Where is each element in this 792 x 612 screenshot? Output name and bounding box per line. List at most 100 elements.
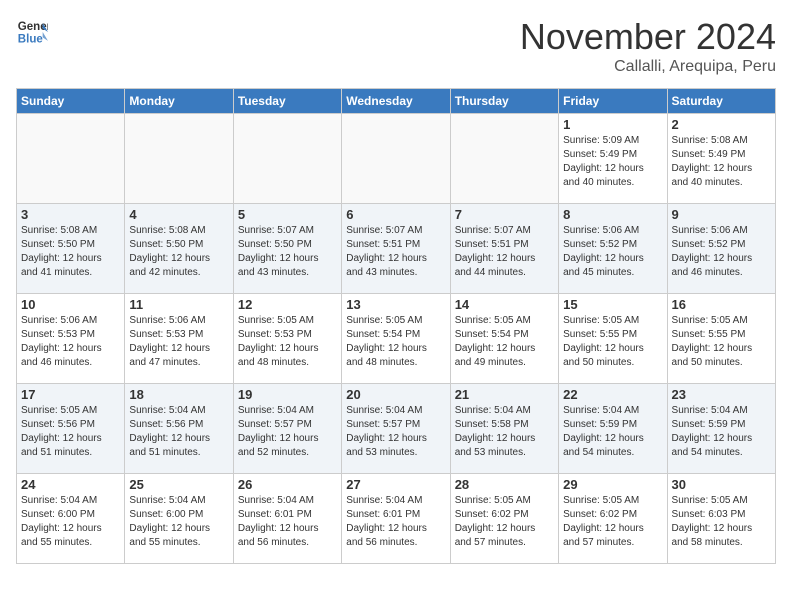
calendar-cell: 28 Sunrise: 5:05 AMSunset: 6:02 PMDayligh…	[450, 474, 558, 564]
day-number: 24	[21, 477, 120, 492]
day-number: 20	[346, 387, 445, 402]
day-info: Sunrise: 5:07 AMSunset: 5:51 PMDaylight:…	[346, 224, 445, 280]
weekday-header: Saturday	[667, 89, 775, 114]
calendar-cell: 7 Sunrise: 5:07 AMSunset: 5:51 PMDaylight…	[450, 204, 558, 294]
day-info: Sunrise: 5:04 AMSunset: 5:56 PMDaylight:…	[129, 404, 228, 460]
calendar-table: SundayMondayTuesdayWednesdayThursdayFrid…	[16, 88, 776, 564]
day-info: Sunrise: 5:04 AMSunset: 6:00 PMDaylight:…	[129, 494, 228, 550]
calendar-cell: 1Sunrise: 5:09 AMSunset: 5:49 PMDaylight…	[559, 114, 667, 204]
day-number: 9	[672, 207, 771, 222]
day-info: Sunrise: 5:04 AMSunset: 5:57 PMDaylight:…	[238, 404, 337, 460]
day-number: 12	[238, 297, 337, 312]
day-info: Sunrise: 5:06 AMSunset: 5:53 PMDaylight:…	[21, 314, 120, 370]
weekday-header: Sunday	[17, 89, 125, 114]
calendar-cell: 5 Sunrise: 5:07 AMSunset: 5:50 PMDaylight…	[233, 204, 341, 294]
day-number: 3	[21, 207, 120, 222]
day-info: Sunrise: 5:04 AMSunset: 6:00 PMDaylight:…	[21, 494, 120, 550]
page-header: General Blue November 2024 Callalli, Are…	[16, 16, 776, 76]
calendar-cell: 19 Sunrise: 5:04 AMSunset: 5:57 PMDayligh…	[233, 384, 341, 474]
day-number: 27	[346, 477, 445, 492]
logo: General Blue	[16, 16, 48, 48]
day-info: Sunrise: 5:06 AMSunset: 5:52 PMDaylight:…	[563, 224, 662, 280]
day-number: 7	[455, 207, 554, 222]
calendar-cell: 20Sunrise: 5:04 AMSunset: 5:57 PMDayligh…	[342, 384, 450, 474]
day-number: 2	[672, 117, 771, 132]
calendar-cell: 21Sunrise: 5:04 AMSunset: 5:58 PMDayligh…	[450, 384, 558, 474]
day-info: Sunrise: 5:04 AMSunset: 6:01 PMDaylight:…	[238, 494, 337, 550]
day-number: 17	[21, 387, 120, 402]
calendar-cell: 13Sunrise: 5:05 AMSunset: 5:54 PMDayligh…	[342, 294, 450, 384]
calendar-cell: 2 Sunrise: 5:08 AMSunset: 5:49 PMDaylight…	[667, 114, 775, 204]
day-info: Sunrise: 5:08 AMSunset: 5:49 PMDaylight:…	[672, 134, 771, 190]
weekday-header: Friday	[559, 89, 667, 114]
calendar-cell: 14Sunrise: 5:05 AMSunset: 5:54 PMDayligh…	[450, 294, 558, 384]
day-number: 26	[238, 477, 337, 492]
calendar-cell: 8 Sunrise: 5:06 AMSunset: 5:52 PMDaylight…	[559, 204, 667, 294]
month-title: November 2024	[520, 16, 776, 58]
day-number: 5	[238, 207, 337, 222]
day-number: 8	[563, 207, 662, 222]
day-number: 19	[238, 387, 337, 402]
title-block: November 2024 Callalli, Arequipa, Peru	[520, 16, 776, 76]
day-info: Sunrise: 5:08 AMSunset: 5:50 PMDaylight:…	[129, 224, 228, 280]
day-number: 23	[672, 387, 771, 402]
day-info: Sunrise: 5:05 AMSunset: 5:55 PMDaylight:…	[563, 314, 662, 370]
day-info: Sunrise: 5:05 AMSunset: 6:02 PMDaylight:…	[455, 494, 554, 550]
calendar-cell: 12 Sunrise: 5:05 AMSunset: 5:53 PMDayligh…	[233, 294, 341, 384]
day-number: 29	[563, 477, 662, 492]
calendar-cell: 26 Sunrise: 5:04 AMSunset: 6:01 PMDayligh…	[233, 474, 341, 564]
day-number: 16	[672, 297, 771, 312]
calendar-cell: 30 Sunrise: 5:05 AMSunset: 6:03 PMDayligh…	[667, 474, 775, 564]
calendar-cell	[17, 114, 125, 204]
calendar-week-row: 1Sunrise: 5:09 AMSunset: 5:49 PMDaylight…	[17, 114, 776, 204]
day-info: Sunrise: 5:05 AMSunset: 6:02 PMDaylight:…	[563, 494, 662, 550]
day-number: 10	[21, 297, 120, 312]
weekday-header: Monday	[125, 89, 233, 114]
calendar-cell: 6 Sunrise: 5:07 AMSunset: 5:51 PMDaylight…	[342, 204, 450, 294]
calendar-cell	[450, 114, 558, 204]
calendar-cell: 11 Sunrise: 5:06 AMSunset: 5:53 PMDayligh…	[125, 294, 233, 384]
calendar-week-row: 24 Sunrise: 5:04 AMSunset: 6:00 PMDayligh…	[17, 474, 776, 564]
day-number: 21	[455, 387, 554, 402]
day-number: 11	[129, 297, 228, 312]
day-info: Sunrise: 5:05 AMSunset: 5:55 PMDaylight:…	[672, 314, 771, 370]
weekday-header: Wednesday	[342, 89, 450, 114]
day-info: Sunrise: 5:05 AMSunset: 6:03 PMDaylight:…	[672, 494, 771, 550]
day-info: Sunrise: 5:06 AMSunset: 5:52 PMDaylight:…	[672, 224, 771, 280]
day-info: Sunrise: 5:07 AMSunset: 5:50 PMDaylight:…	[238, 224, 337, 280]
weekday-header: Thursday	[450, 89, 558, 114]
calendar-cell: 10 Sunrise: 5:06 AMSunset: 5:53 PMDayligh…	[17, 294, 125, 384]
day-info: Sunrise: 5:04 AMSunset: 5:59 PMDaylight:…	[672, 404, 771, 460]
svg-text:Blue: Blue	[18, 34, 44, 46]
calendar-cell: 29 Sunrise: 5:05 AMSunset: 6:02 PMDayligh…	[559, 474, 667, 564]
calendar-cell: 16 Sunrise: 5:05 AMSunset: 5:55 PMDayligh…	[667, 294, 775, 384]
day-info: Sunrise: 5:04 AMSunset: 6:01 PMDaylight:…	[346, 494, 445, 550]
day-number: 15	[563, 297, 662, 312]
day-info: Sunrise: 5:09 AMSunset: 5:49 PMDaylight:…	[563, 134, 662, 190]
calendar-cell: 22 Sunrise: 5:04 AMSunset: 5:59 PMDayligh…	[559, 384, 667, 474]
day-info: Sunrise: 5:04 AMSunset: 5:59 PMDaylight:…	[563, 404, 662, 460]
calendar-cell: 17 Sunrise: 5:05 AMSunset: 5:56 PMDayligh…	[17, 384, 125, 474]
day-info: Sunrise: 5:06 AMSunset: 5:53 PMDaylight:…	[129, 314, 228, 370]
day-info: Sunrise: 5:05 AMSunset: 5:54 PMDaylight:…	[455, 314, 554, 370]
day-info: Sunrise: 5:08 AMSunset: 5:50 PMDaylight:…	[21, 224, 120, 280]
weekday-header: Tuesday	[233, 89, 341, 114]
day-number: 30	[672, 477, 771, 492]
day-number: 18	[129, 387, 228, 402]
day-info: Sunrise: 5:05 AMSunset: 5:56 PMDaylight:…	[21, 404, 120, 460]
day-number: 25	[129, 477, 228, 492]
day-info: Sunrise: 5:07 AMSunset: 5:51 PMDaylight:…	[455, 224, 554, 280]
calendar-week-row: 3 Sunrise: 5:08 AMSunset: 5:50 PMDaylight…	[17, 204, 776, 294]
day-number: 28	[455, 477, 554, 492]
calendar-cell: 9 Sunrise: 5:06 AMSunset: 5:52 PMDaylight…	[667, 204, 775, 294]
calendar-week-row: 10 Sunrise: 5:06 AMSunset: 5:53 PMDayligh…	[17, 294, 776, 384]
day-info: Sunrise: 5:05 AMSunset: 5:53 PMDaylight:…	[238, 314, 337, 370]
day-number: 22	[563, 387, 662, 402]
calendar-cell	[125, 114, 233, 204]
calendar-cell: 27 Sunrise: 5:04 AMSunset: 6:01 PMDayligh…	[342, 474, 450, 564]
day-number: 6	[346, 207, 445, 222]
day-number: 4	[129, 207, 228, 222]
weekday-header-row: SundayMondayTuesdayWednesdayThursdayFrid…	[17, 89, 776, 114]
calendar-cell	[342, 114, 450, 204]
calendar-cell: 15 Sunrise: 5:05 AMSunset: 5:55 PMDayligh…	[559, 294, 667, 384]
